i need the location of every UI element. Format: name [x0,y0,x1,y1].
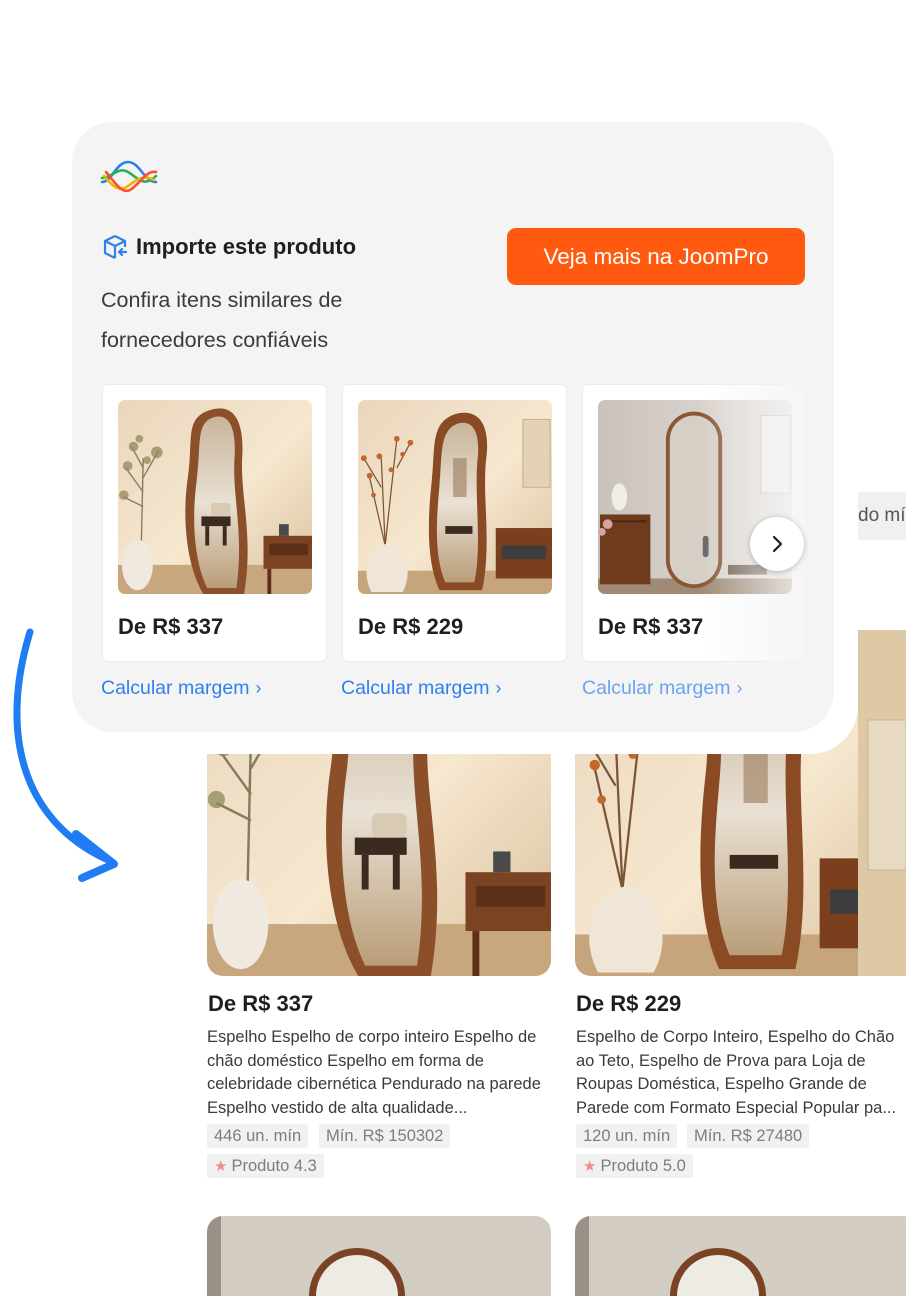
listing-description-1[interactable]: Espelho Espelho de corpo inteiro Espelho… [207,1026,551,1120]
min-units-badge-1: 446 un. mín [207,1124,309,1148]
import-heading: Importe este produto [102,234,356,260]
chevron-right-icon: › [736,678,743,698]
listing-price-2: De R$ 229 [576,991,682,1016]
panel-subtitle: Confira itens similares de fornecedores … [101,288,343,352]
link-label: Calcular margem [582,677,731,699]
star-icon: ★ [214,1158,228,1175]
rating-text: Produto 5.0 [600,1157,686,1175]
listing-description-2[interactable]: Espelho de Corpo Inteiro, Espelho do Chã… [576,1026,906,1120]
rating-text: Produto 4.3 [231,1157,317,1175]
package-import-icon [103,235,128,259]
star-icon: ★ [583,1158,597,1175]
product-price: De R$ 337 [598,614,704,639]
min-value-badge-2: Mín. R$ 27480 [687,1124,810,1148]
product-photo [118,400,312,594]
product-photo [575,1216,906,1296]
min-units-badge-2: 120 un. mín [576,1124,678,1148]
link-label: Calcular margem [341,677,490,699]
product-price: De R$ 229 [358,614,464,639]
curved-arrow-icon [13,628,118,882]
listing-image-3[interactable] [207,1216,551,1296]
similar-product-card-2[interactable]: De R$ 229 [342,384,567,662]
chevron-right-icon [772,535,783,553]
see-more-joompro-button[interactable]: Veja mais na JoomPro [507,228,805,285]
chevron-right-icon: › [495,678,502,698]
listing-image-4[interactable] [575,1216,906,1296]
product-photo [358,400,552,594]
rating-badge-2: ★ Produto 5.0 [576,1154,693,1178]
calculate-margin-link-3[interactable]: Calcular margem › [582,677,742,700]
carousel-next-button[interactable] [750,517,804,571]
peek-chip: do mí [858,492,906,540]
min-value-badge-1: Mín. R$ 150302 [319,1124,451,1148]
peek-product-image [858,630,906,976]
product-thumbnail [118,400,312,594]
product-thumbnail [358,400,552,594]
product-photo [207,1216,551,1296]
chevron-right-icon: › [255,678,262,698]
calculate-margin-link-2[interactable]: Calcular margem › [341,677,501,700]
joompro-logo-icon [100,160,158,193]
import-title: Importe este produto [136,234,357,259]
rating-badge-1: ★ Produto 4.3 [207,1154,324,1178]
listing-price-1: De R$ 337 [208,991,314,1016]
